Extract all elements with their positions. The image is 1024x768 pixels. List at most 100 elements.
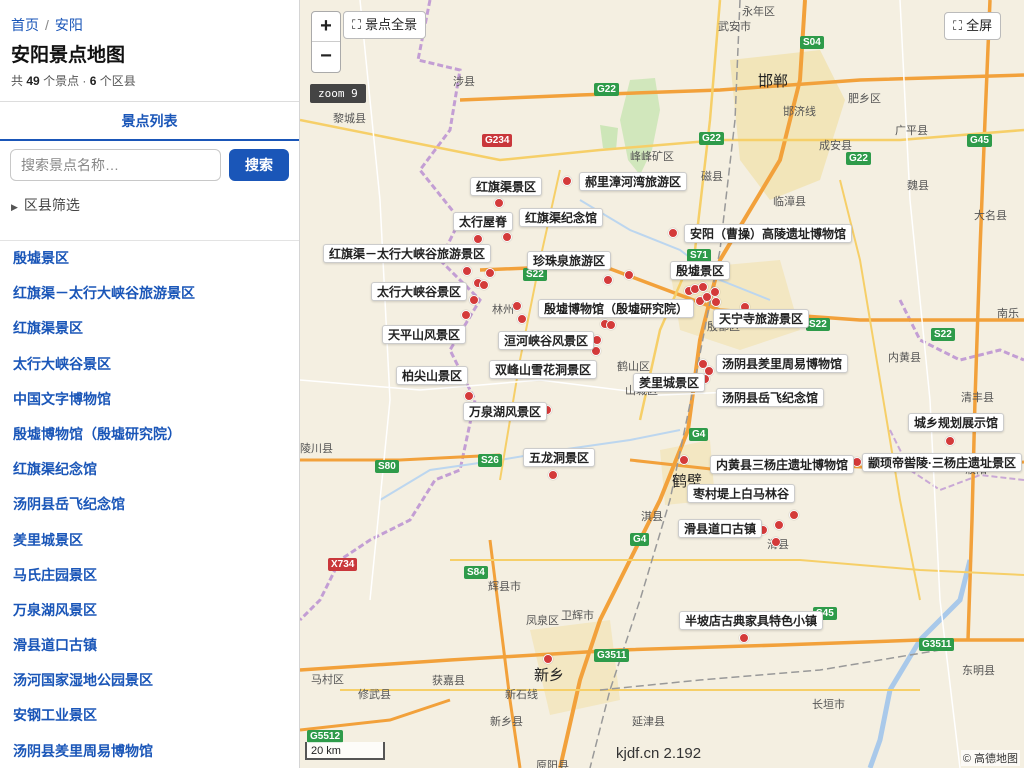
spot-map-label[interactable]: 珍珠泉旅游区 [527,251,612,270]
spot-marker[interactable] [464,391,474,401]
spot-map-label[interactable]: 枣村堤上白马林谷 [687,484,796,503]
place-name: 南乐 [997,308,1019,320]
search-input[interactable] [10,149,221,181]
place-name: 邯济线 [783,106,816,118]
fullscreen-button[interactable]: ⛶ 全屏 [944,12,1002,40]
place-name: 东明县 [962,665,995,677]
spot-marker[interactable] [502,232,512,242]
spot-marker[interactable] [603,275,613,285]
spot-map-label[interactable]: 天宁寺旅游景区 [713,309,810,328]
place-name: 修武县 [358,689,391,701]
zoom-in-button[interactable]: + [312,12,340,42]
spot-map-label[interactable]: 汤阴县羑里周易博物馆 [716,354,849,373]
spot-map-label[interactable]: 郝里漳河湾旅游区 [579,172,688,191]
spot-list-item[interactable]: 红旗渠纪念馆 [0,452,299,487]
spot-marker[interactable] [789,510,799,520]
spot-marker[interactable] [479,280,489,290]
spot-map-label[interactable]: 殷墟博物馆（殷墟研究院） [538,299,695,318]
spot-map-label[interactable]: 羑里城景区 [633,373,706,392]
spot-marker[interactable] [512,301,522,311]
spot-list-item[interactable]: 红旗渠－太行大峡谷旅游景区 [0,276,299,311]
search-button[interactable]: 搜索 [229,149,289,181]
spot-marker[interactable] [485,268,495,278]
road-number-badge: S80 [375,460,399,473]
spot-list-item[interactable]: 汤阴县羑里周易博物馆 [0,734,299,768]
spot-map-label[interactable]: 半坡店古典家具特色小镇 [679,611,824,630]
breadcrumb-home-link[interactable]: 首页 [11,17,39,33]
spot-map-label[interactable]: 殷墟景区 [670,261,731,280]
spot-map-label[interactable]: 太行屋脊 [453,212,514,231]
stats-prefix: 共 [11,74,24,88]
spot-map-label[interactable]: 内黄县三杨庄遗址博物馆 [710,455,855,474]
spot-map-label[interactable]: 红旗渠景区 [470,177,543,196]
zoom-out-button[interactable]: − [312,42,340,72]
spot-map-label[interactable]: 万泉湖风景区 [463,402,548,421]
spot-map-label[interactable]: 城乡规划展示馆 [908,413,1005,432]
district-filter-toggle[interactable]: ▶ 区县筛选 [11,195,80,215]
spot-map-label[interactable]: 天平山风景区 [382,325,467,344]
search-row: 搜索 [10,149,290,181]
spot-map-label[interactable]: 红旗渠－太行大峡谷旅游景区 [323,244,492,263]
spot-map-label[interactable]: 汤阴县岳飞纪念馆 [716,388,825,407]
overview-button[interactable]: ⛶ 景点全景 [343,11,427,39]
spot-list-item[interactable]: 殷墟景区 [0,241,299,276]
spot-marker[interactable] [739,633,749,643]
road-number-badge: S22 [931,328,955,341]
spot-marker[interactable] [473,234,483,244]
spot-map-label[interactable]: 颛顼帝喾陵·三杨庄遗址景区 [862,453,1022,472]
spot-list-item[interactable]: 中国文字博物馆 [0,382,299,417]
fullscreen-button-label: 全屏 [966,18,993,33]
spot-list-item[interactable]: 羑里城景区 [0,523,299,558]
spot-marker[interactable] [548,470,558,480]
road-number-badge: G3511 [919,638,955,651]
tab-spot-list[interactable]: 景点列表 [0,102,299,140]
spot-marker[interactable] [562,176,572,186]
spot-marker[interactable] [711,297,721,307]
spot-marker[interactable] [945,436,955,446]
spot-map-label[interactable]: 红旗渠纪念馆 [519,208,604,227]
spot-list-item[interactable]: 滑县道口古镇 [0,628,299,663]
spot-list-item[interactable]: 太行大峡谷景区 [0,347,299,382]
place-name: 广平县 [895,125,928,137]
road-number-badge: G22 [594,83,619,96]
spot-map-label[interactable]: 滑县道口古镇 [678,519,763,538]
spot-marker[interactable] [461,310,471,320]
spot-map-label[interactable]: 太行大峡谷景区 [371,282,468,301]
expand-triangle-icon: ▶ [11,202,18,212]
place-name: 魏县 [907,180,929,192]
place-name: 大名县 [974,210,1007,222]
spot-marker[interactable] [624,270,634,280]
spot-marker[interactable] [517,314,527,324]
spot-marker[interactable] [771,537,781,547]
spot-list-item[interactable]: 汤河国家湿地公园景区 [0,663,299,698]
spot-map-label[interactable]: 双峰山雪花洞景区 [489,360,598,379]
spot-marker[interactable] [698,282,708,292]
breadcrumb-current-link[interactable]: 安阳 [55,17,83,33]
map-view[interactable]: 邯郸 鹤壁 新乡 武安市 涉县 黎城县 峰峰矿区 磁县 临漳县 肥乡区 成安县 广平县 魏县 大名县 邯济线… [300,0,1024,768]
spot-list-item[interactable]: 汤阴县岳飞纪念馆 [0,487,299,522]
spot-list-item[interactable]: 殷墟博物馆（殷墟研究院） [0,417,299,452]
river [867,559,973,768]
place-name: 武安市 [718,21,751,33]
spot-marker[interactable] [606,320,616,330]
place-name: 邯郸 [758,73,789,90]
spot-marker[interactable] [702,292,712,302]
spot-marker[interactable] [494,198,504,208]
spot-marker[interactable] [679,455,689,465]
place-name: 陵川县 [300,443,333,455]
spot-marker[interactable] [462,266,472,276]
spot-map-label[interactable]: 柏尖山景区 [396,366,469,385]
spot-list-item[interactable]: 马氏庄园景区 [0,558,299,593]
spot-list-item[interactable]: 万泉湖风景区 [0,593,299,628]
spot-map-label[interactable]: 五龙洞景区 [523,448,596,467]
spot-list-item[interactable]: 红旗渠景区 [0,311,299,346]
road-number-badge: X734 [328,558,358,571]
place-name: 卫辉市 [561,610,594,622]
spot-marker[interactable] [774,520,784,530]
spot-map-label[interactable]: 洹河峡谷风景区 [498,331,595,350]
spot-map-label[interactable]: 安阳（曹操）高陵遗址博物馆 [684,224,853,243]
spot-list-item[interactable]: 安钢工业景区 [0,698,299,733]
spot-marker[interactable] [668,228,678,238]
spot-marker[interactable] [469,295,479,305]
spot-marker[interactable] [543,654,553,664]
